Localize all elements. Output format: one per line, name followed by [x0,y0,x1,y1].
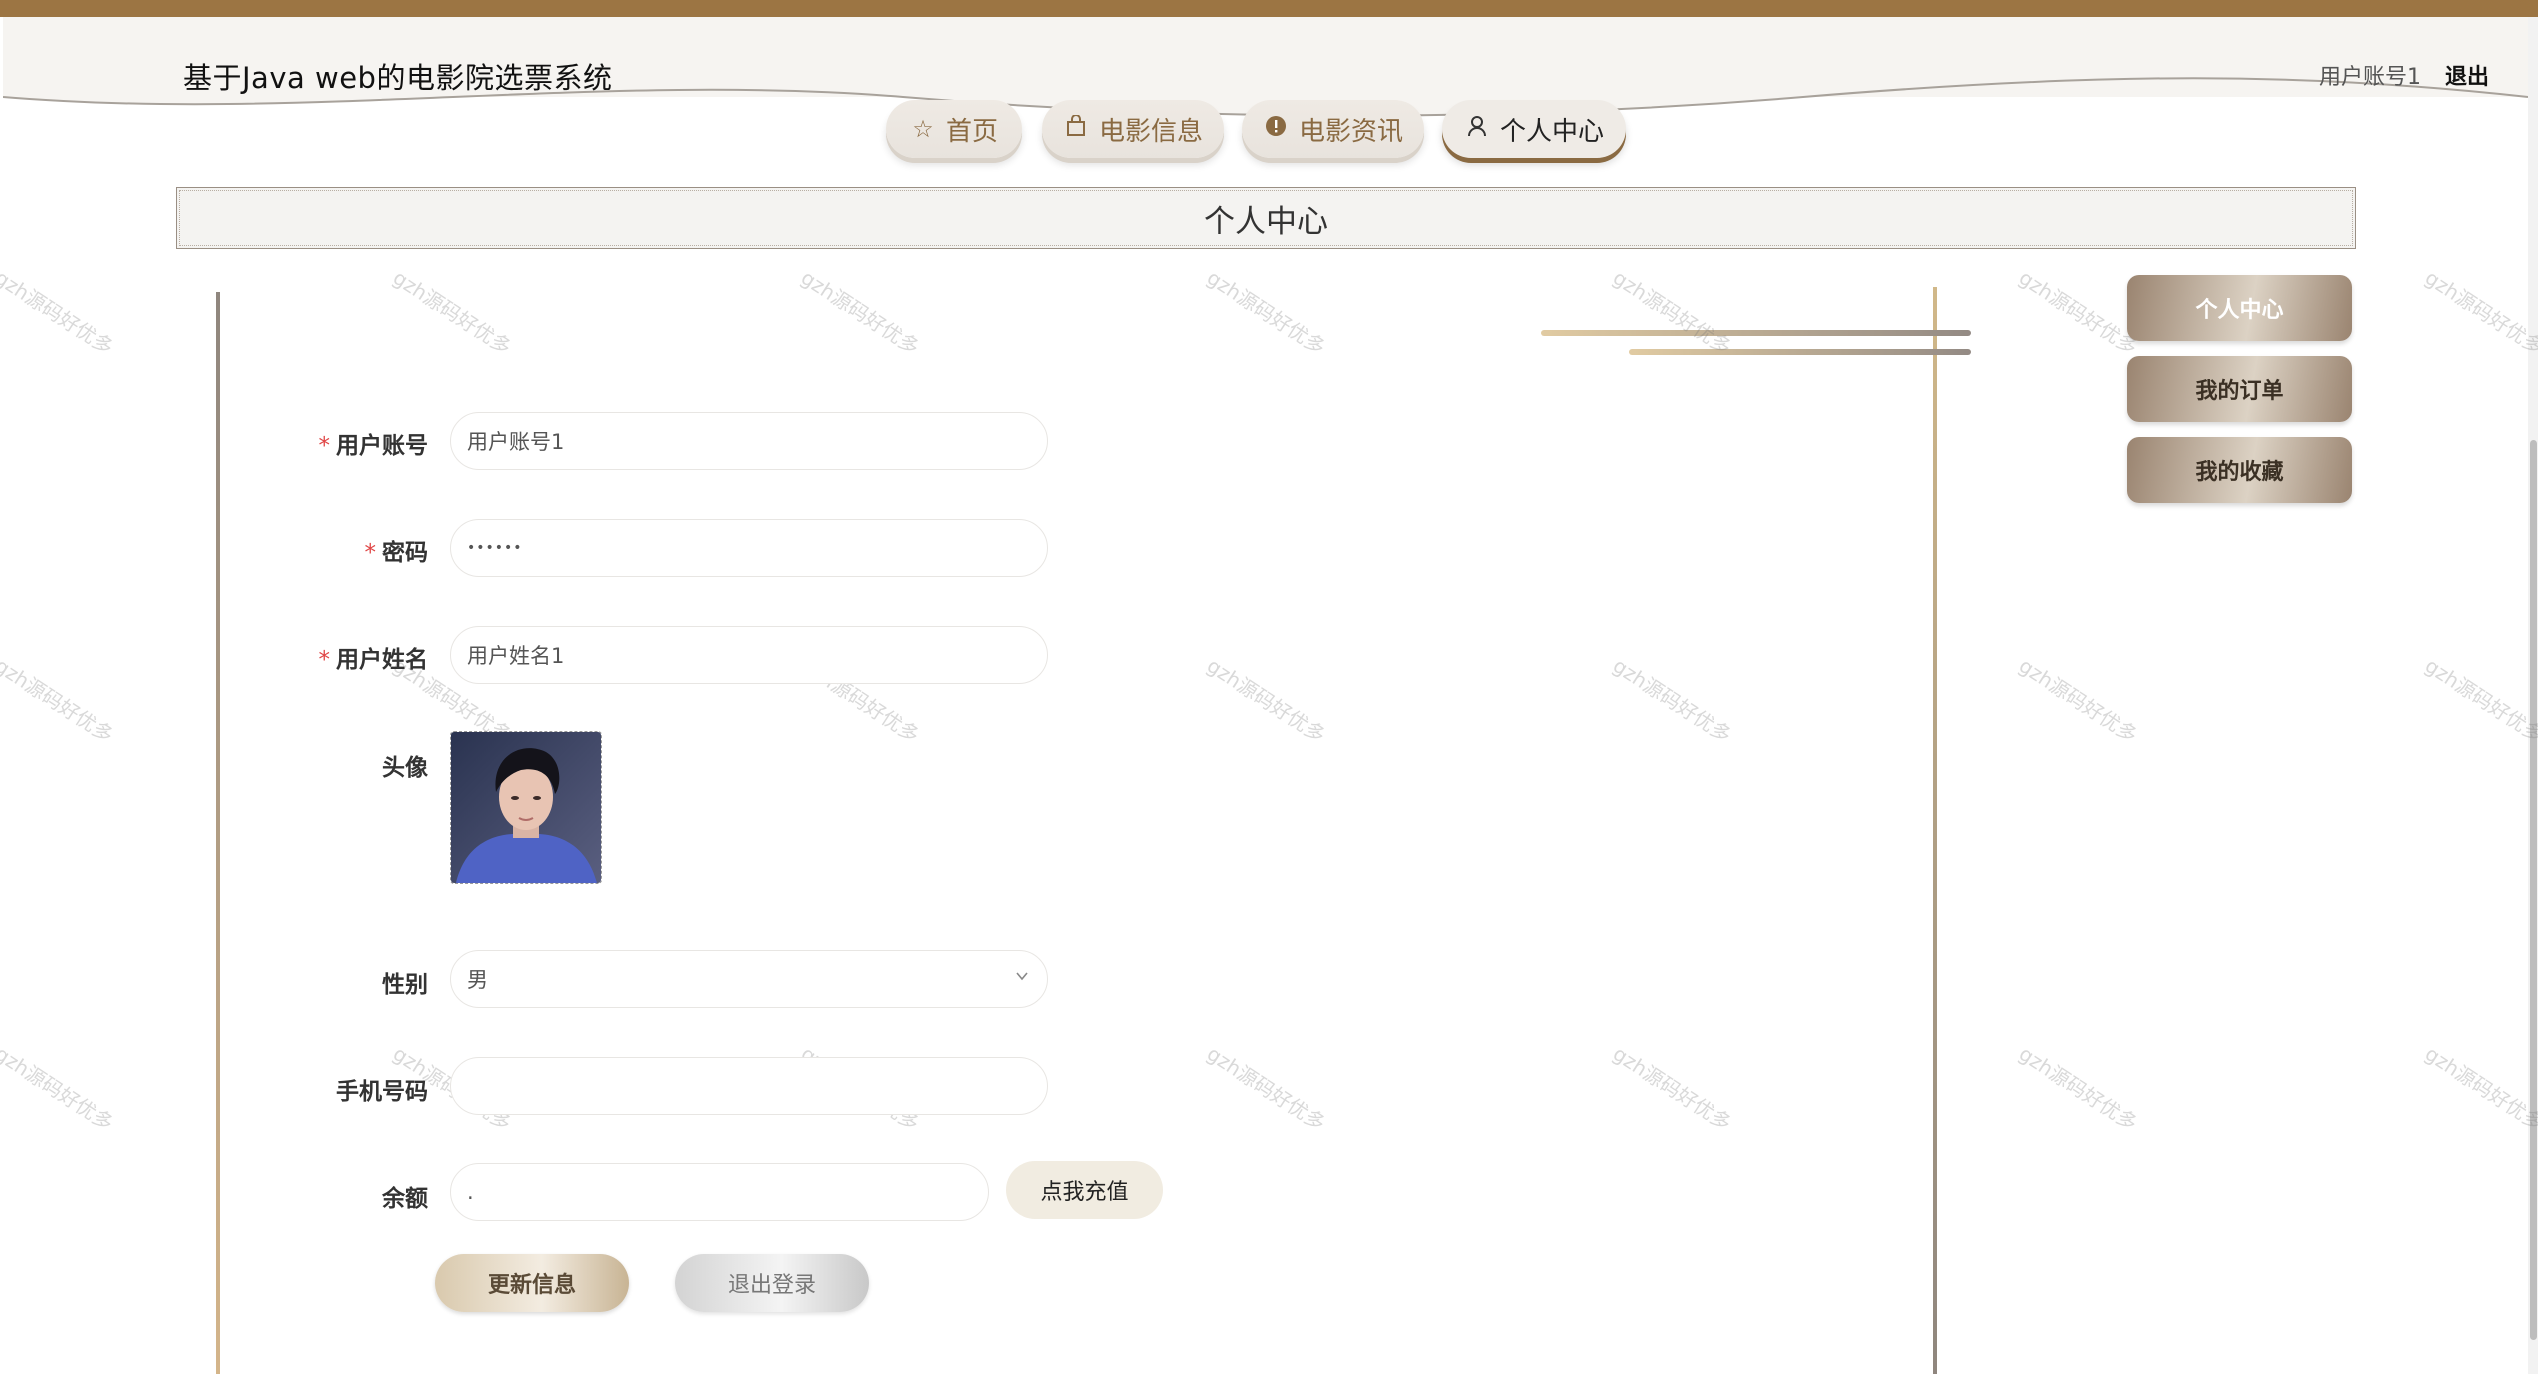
left-decorative-line [216,292,220,1374]
name-label: * 用户姓名 [268,640,429,674]
balance-input-value: . [467,1180,474,1204]
watermark: gzh源码好优多 [2014,653,2142,748]
nav-item-home[interactable]: ☆ 首页 [886,100,1022,158]
phone-label-text: 手机号码 [336,1079,428,1105]
top-accent-bar [0,0,2538,17]
star-icon: ☆ [912,115,934,143]
watermark: gzh源码好优多 [0,653,118,748]
page-title: 个人中心 [1204,203,1328,240]
password-label: * 密码 [268,533,429,567]
watermark: gzh源码好优多 [2420,653,2538,748]
account-input[interactable]: 用户账号1 [450,412,1048,470]
header: 基于Java web的电影院选票系统 用户账号1 退出 [3,17,2528,117]
balance-input[interactable]: . [450,1163,989,1221]
watermark: gzh源码好优多 [0,1041,118,1136]
gender-label-text: 性别 [382,972,428,998]
required-mark: * [318,647,331,673]
logout-button[interactable]: 退出登录 [675,1254,869,1312]
current-user-account: 用户账号1 [2319,65,2421,90]
watermark: gzh源码好优多 [796,265,924,360]
watermark: gzh源码好优多 [1202,265,1330,360]
required-mark: * [318,433,331,459]
page-title-bar: 个人中心 [176,187,2356,249]
phone-label: 手机号码 [268,1072,428,1106]
info-circle-icon [1263,115,1289,143]
avatar-upload[interactable] [450,731,602,884]
side-menu-my-orders[interactable]: 我的订单 [2127,356,2352,422]
required-mark: * [364,540,377,566]
avatar-image [451,732,601,883]
gender-label: 性别 [268,965,428,999]
side-menu-personal-center[interactable]: 个人中心 [2127,275,2352,341]
side-menu-my-favorites[interactable]: 我的收藏 [2127,437,2352,503]
nav-item-personal-center[interactable]: 个人中心 [1442,100,1626,158]
name-input-value: 用户姓名1 [467,644,565,668]
account-input-value: 用户账号1 [467,430,565,454]
nav-item-movie-news[interactable]: 电影资讯 [1242,100,1424,158]
nav-item-label: 电影资讯 [1298,116,1403,147]
watermark: gzh源码好优多 [2014,1041,2142,1136]
watermark: gzh源码好优多 [1608,1041,1736,1136]
user-icon [1464,115,1490,143]
nav-item-label: 个人中心 [1499,116,1604,147]
balance-label-text: 余额 [382,1186,428,1212]
account-label: * 用户账号 [268,426,429,460]
gender-select[interactable]: 男 [450,950,1048,1008]
nav-item-movie-info[interactable]: 电影信息 [1042,100,1224,158]
watermark: gzh源码好优多 [1202,653,1330,748]
nav-item-label: 电影信息 [1098,116,1203,147]
watermark: gzh源码好优多 [1608,265,1736,360]
watermark: gzh源码好优多 [2420,1041,2538,1136]
account-label-text: 用户账号 [336,433,428,459]
avatar-label: 头像 [268,748,428,782]
site-title: 基于Java web的电影院选票系统 [183,61,613,95]
watermark: gzh源码好优多 [2420,265,2538,360]
chevron-down-icon [1016,972,1028,981]
name-input[interactable]: 用户姓名1 [450,626,1048,684]
decorative-line [1629,349,1971,355]
phone-input[interactable] [450,1057,1048,1115]
recharge-button[interactable]: 点我充值 [1006,1161,1163,1219]
password-label-text: 密码 [382,540,428,566]
name-label-text: 用户姓名 [336,647,428,673]
watermark: gzh源码好优多 [1202,1041,1330,1136]
header-logout-link[interactable]: 退出 [2445,59,2489,91]
balance-label: 余额 [268,1179,428,1213]
avatar-label-text: 头像 [382,755,428,781]
decorative-line [1541,330,1971,336]
right-decorative-line [1933,287,1937,1374]
scrollbar-thumb[interactable] [2530,440,2537,1340]
watermark: gzh源码好优多 [2014,265,2142,360]
password-input-value: •••••• [467,540,523,556]
nav-item-label: 首页 [945,116,998,147]
watermark: gzh源码好优多 [388,265,516,360]
gender-select-value: 男 [467,968,488,992]
watermark: gzh源码好优多 [1608,653,1736,748]
password-input[interactable]: •••••• [450,519,1048,577]
watermark: gzh源码好优多 [0,265,118,360]
shopping-bag-icon [1063,114,1089,143]
update-info-button[interactable]: 更新信息 [435,1254,629,1312]
